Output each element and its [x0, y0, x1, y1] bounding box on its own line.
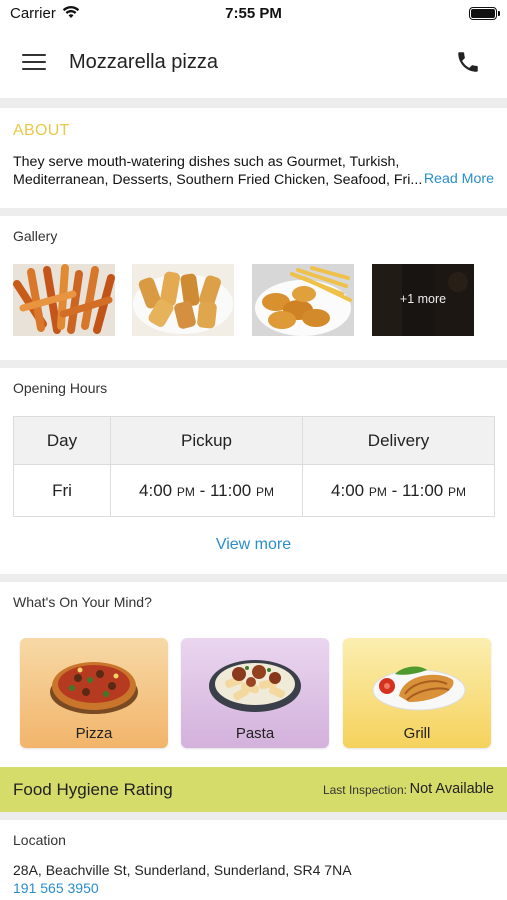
grill-icon	[372, 666, 466, 711]
table-row: Fri 4:00 PM - 11:00 PM 4:00 PM - 11:00 P…	[13, 464, 495, 517]
pickup-start: 4:00	[139, 480, 173, 500]
clock: 7:55 PM	[225, 5, 282, 22]
category-card-grill[interactable]: Grill	[343, 638, 491, 748]
about-section: ABOUT They serve mouth-watering dishes s…	[0, 108, 507, 208]
delivery-start-period: PM	[368, 484, 387, 499]
opening-hours-section: Opening Hours Day Pickup Delivery Fri 4:…	[0, 368, 507, 574]
food-hygiene-bar: Food Hygiene Rating Last Inspection: Not…	[0, 767, 507, 812]
opening-hours-label: Opening Hours	[13, 380, 108, 396]
phone-number-link[interactable]: 191 565 3950	[13, 880, 99, 896]
category-card-pizza[interactable]: Pizza	[20, 638, 168, 748]
category-label-grill: Grill	[403, 725, 431, 742]
delivery-end-period: PM	[447, 484, 466, 499]
pickup-end-period: PM	[255, 484, 274, 499]
pizza-icon	[50, 662, 138, 714]
section-divider	[0, 208, 507, 216]
delivery-start: 4:00	[331, 480, 365, 500]
gallery-more-button[interactable]: +1 more	[372, 264, 474, 336]
opening-hours-table: Day Pickup Delivery Fri 4:00 PM - 11:00 …	[13, 416, 495, 517]
address-text: 28A, Beachville St, Sunderland, Sunderla…	[13, 862, 352, 878]
pasta-icon	[209, 660, 301, 712]
status-bar: Carrier 7:55 PM	[0, 0, 507, 30]
pickup-cell: 4:00 PM - 11:00 PM	[110, 464, 303, 517]
about-heading: ABOUT	[13, 122, 70, 139]
category-label-pizza: Pizza	[75, 725, 113, 742]
section-divider	[0, 98, 507, 108]
column-header-day: Day	[13, 416, 111, 465]
column-header-delivery: Delivery	[302, 416, 495, 465]
phone-icon[interactable]	[455, 49, 481, 75]
pickup-end: 11:00	[209, 480, 252, 500]
gallery-image-fries[interactable]	[13, 264, 115, 336]
section-divider	[0, 574, 507, 582]
last-inspection-label: Last Inspection:	[322, 783, 407, 797]
pickup-start-period: PM	[176, 484, 195, 499]
page-title: Mozzarella pizza	[69, 51, 218, 73]
categories-label: What's On Your Mind?	[13, 594, 152, 610]
gallery-section: Gallery +1 more	[0, 216, 507, 360]
read-more-link[interactable]: Read More	[421, 171, 494, 187]
hamburger-menu-icon[interactable]	[22, 52, 48, 72]
battery-icon	[469, 7, 500, 20]
categories-section: What's On Your Mind? Pizza Pasta Grill	[0, 582, 507, 760]
location-section: Location 28A, Beachville St, Sunderland,…	[0, 820, 507, 900]
category-card-pasta[interactable]: Pasta	[181, 638, 329, 748]
delivery-end: 11:00	[401, 480, 444, 500]
view-more-hours-link[interactable]: View more	[0, 536, 507, 554]
about-description: They serve mouth-watering dishes such as…	[13, 154, 423, 188]
gallery-image-chicken[interactable]	[252, 264, 354, 336]
delivery-cell: 4:00 PM - 11:00 PM	[302, 464, 495, 517]
table-header-row: Day Pickup Delivery	[13, 416, 495, 465]
category-label-pasta: Pasta	[235, 725, 275, 742]
day-cell: Fri	[13, 464, 111, 517]
location-label: Location	[13, 832, 66, 848]
section-divider	[0, 812, 507, 820]
section-divider	[0, 360, 507, 368]
last-inspection-value: Not Available	[409, 781, 494, 797]
gallery-image-potatoes[interactable]	[132, 264, 234, 336]
gallery-label: Gallery	[13, 228, 58, 244]
column-header-pickup: Pickup	[110, 416, 303, 465]
gallery-more-label: +1 more	[399, 292, 447, 306]
food-hygiene-title: Food Hygiene Rating	[13, 780, 173, 799]
app-header: Mozzarella pizza	[0, 30, 507, 98]
